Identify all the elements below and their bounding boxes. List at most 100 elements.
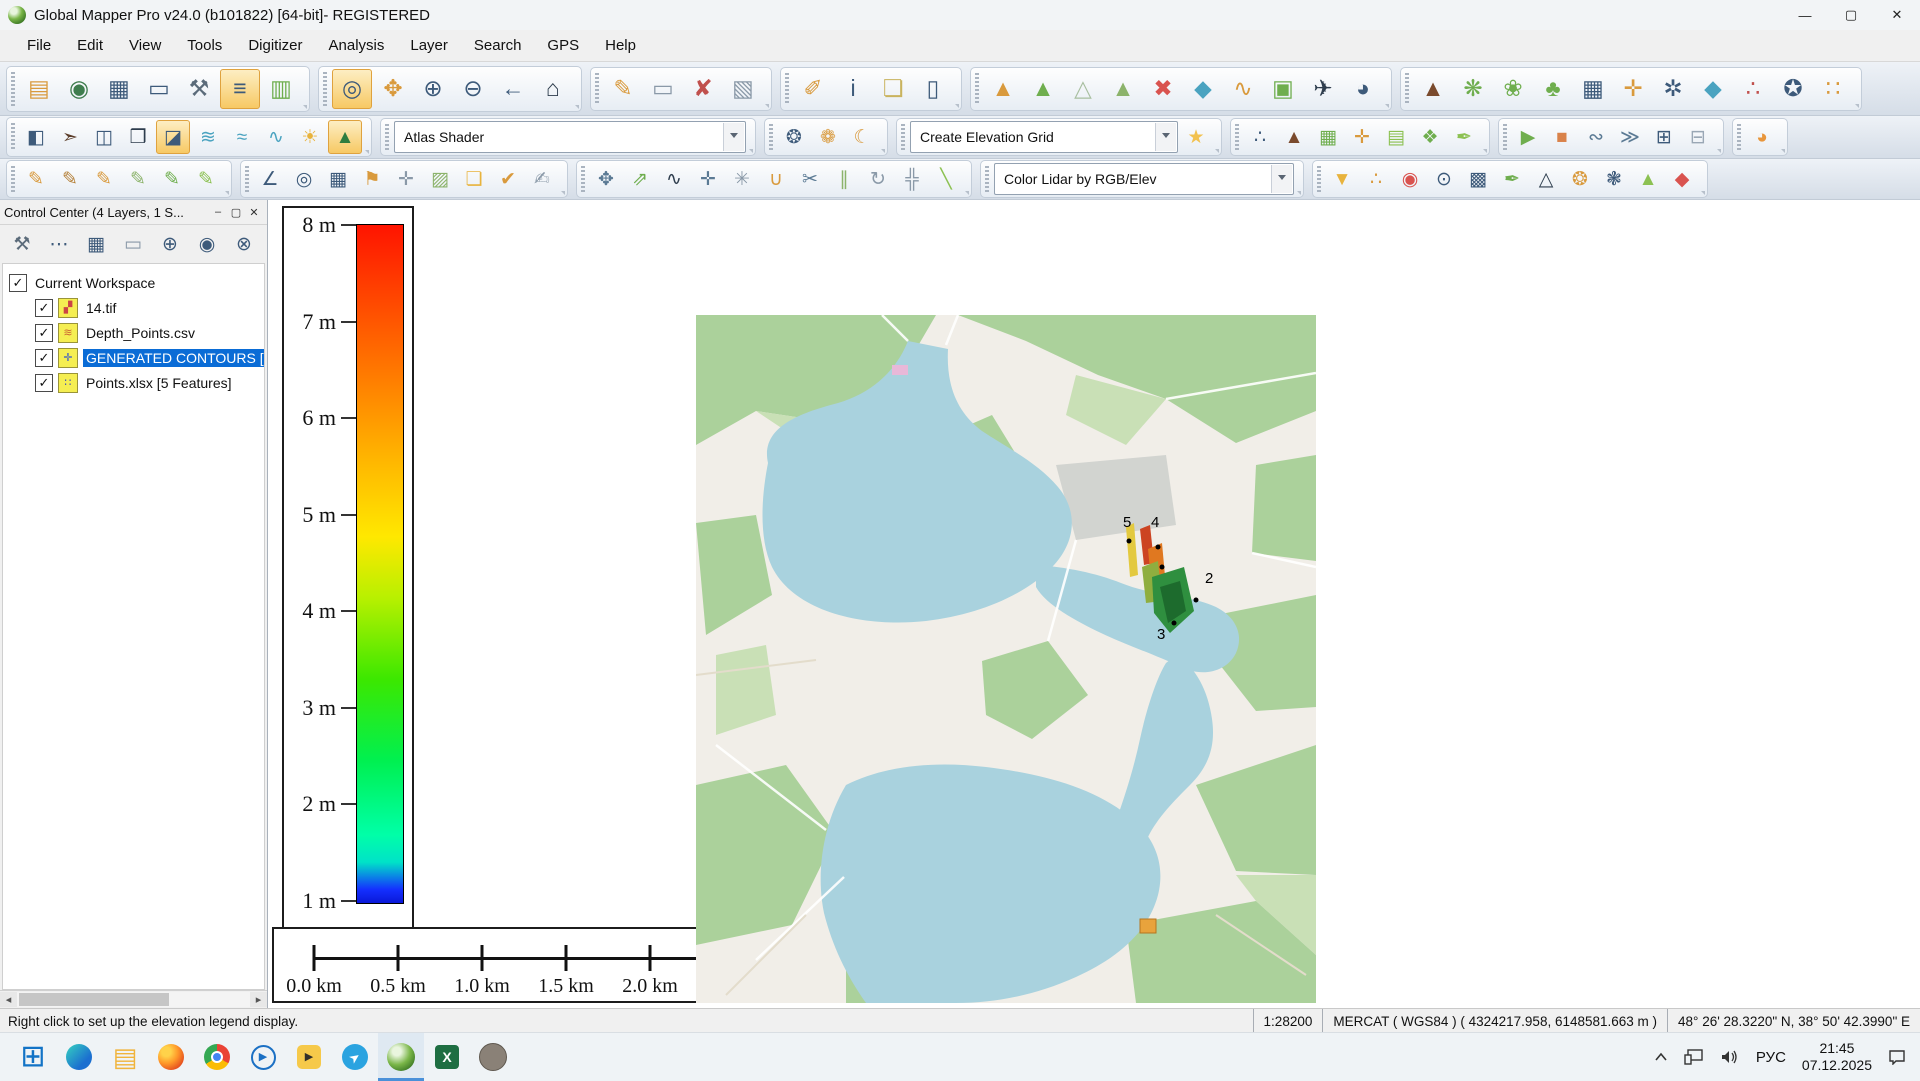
crop-feature-icon[interactable]: ╬ xyxy=(896,163,928,195)
toolbar-grip[interactable] xyxy=(323,72,327,106)
yellow-player-icon[interactable]: ▶ xyxy=(286,1033,332,1081)
select-rectangle-icon[interactable]: ▭ xyxy=(644,70,682,108)
control-center-header[interactable]: Control Center (4 Layers, 1 S... – ▢ ✕ xyxy=(0,200,267,225)
noise-points-icon[interactable]: ∴ xyxy=(1734,70,1772,108)
toolbar-grip[interactable] xyxy=(11,123,15,151)
menu-item[interactable]: View xyxy=(116,30,174,62)
split-view-icon[interactable]: ◧ xyxy=(20,121,52,153)
mobile-export-icon[interactable]: ▯ xyxy=(914,70,952,108)
zoom-in-icon[interactable]: ⊕ xyxy=(414,70,452,108)
powerline-icon[interactable]: ✲ xyxy=(1654,70,1692,108)
layer-label[interactable]: Depth_Points.csv xyxy=(83,324,198,342)
create-text-icon[interactable]: ∠ xyxy=(254,163,286,195)
move-all-icon[interactable]: ✛ xyxy=(692,163,724,195)
terrain-shader-icon[interactable]: ▲ xyxy=(984,70,1022,108)
zoom-previous-icon[interactable]: ← xyxy=(494,70,532,108)
layer-checkbox[interactable]: ✓ xyxy=(35,374,53,392)
map-view[interactable]: 5 4 2 3 xyxy=(696,315,1316,1003)
gear-terrain-icon[interactable]: ▲ xyxy=(1278,121,1310,153)
configuration-icon[interactable]: ⚒ xyxy=(180,70,218,108)
lidar-ground-icon[interactable]: ❂ xyxy=(1564,163,1596,195)
path-profile-icon[interactable]: ∿ xyxy=(1224,70,1262,108)
move-feature-icon[interactable]: ✥ xyxy=(590,163,622,195)
create-grid-icon[interactable]: ▦ xyxy=(322,163,354,195)
point-cloud-icon[interactable]: ∴ xyxy=(1360,163,1392,195)
add-frame-icon[interactable]: ⊞ xyxy=(1648,121,1680,153)
menu-item[interactable]: Layer xyxy=(397,30,461,62)
file-explorer-icon[interactable]: ▤ xyxy=(102,1033,148,1081)
menu-item[interactable]: Search xyxy=(461,30,535,62)
telegram-icon[interactable]: ➤ xyxy=(332,1033,378,1081)
web-globe-icon[interactable]: ❂ xyxy=(778,121,810,153)
layer-options-icon[interactable]: ⚒ xyxy=(8,230,36,258)
select-features-icon[interactable]: ▧ xyxy=(724,70,762,108)
lidar-extract-icon[interactable]: ✒ xyxy=(1496,163,1528,195)
apply-edit-icon[interactable]: ✔ xyxy=(492,163,524,195)
gimp-icon[interactable] xyxy=(470,1033,516,1081)
volume-icon[interactable] xyxy=(1720,1049,1740,1065)
digitizer-tool-icon[interactable]: ✎ xyxy=(604,70,642,108)
overview-map-icon[interactable]: ▥ xyxy=(262,70,300,108)
segmentation-icon[interactable]: ∷ xyxy=(1814,70,1852,108)
3d-view-icon[interactable]: ◕ xyxy=(1344,70,1382,108)
sun-terrain-icon[interactable]: ☀ xyxy=(294,121,326,153)
layer-label[interactable]: Points.xlsx [5 Features] xyxy=(83,374,235,392)
notification-icon[interactable] xyxy=(1888,1049,1906,1065)
transparency-icon[interactable]: ◪ xyxy=(156,120,190,154)
layer-more-options-icon[interactable]: ⋯ xyxy=(45,230,73,258)
toolbar-grip[interactable] xyxy=(1235,124,1239,150)
toolbar-grip[interactable] xyxy=(1503,124,1507,150)
layer-tree-item[interactable]: ✓ ≋ Depth_Points.csv xyxy=(35,320,264,345)
start-button[interactable]: ⊞ xyxy=(10,1033,56,1081)
layer-tree-item[interactable]: ✓ ✛ GENERATED CONTOURS [14 xyxy=(35,345,264,370)
toolbar-grip[interactable] xyxy=(901,124,905,150)
zoom-tool-icon[interactable]: ◎ xyxy=(332,69,372,109)
offset-copy-icon[interactable]: ∥ xyxy=(828,163,860,195)
fly-through-icon[interactable]: ✈ xyxy=(1304,70,1342,108)
layer-label[interactable]: Current Workspace xyxy=(32,274,158,292)
toolbar-grip[interactable] xyxy=(595,73,599,105)
open-online-data-icon[interactable]: ◉ xyxy=(60,70,98,108)
panel-minimize-icon[interactable]: – xyxy=(209,203,227,221)
toolbar-grip[interactable] xyxy=(11,166,15,192)
gear-city-icon[interactable]: ▦ xyxy=(1312,121,1344,153)
toolbar-grip[interactable] xyxy=(385,124,389,150)
daylight-gear-icon[interactable]: ❁ xyxy=(812,121,844,153)
water-rise-icon[interactable]: ∿ xyxy=(260,121,292,153)
toolbar-grip[interactable] xyxy=(769,124,773,150)
tray-chevron-up-icon[interactable] xyxy=(1654,1052,1668,1062)
mountain-icon[interactable]: ▲ xyxy=(1414,70,1452,108)
toolbar-grip[interactable] xyxy=(11,72,15,106)
shader-select[interactable]: Atlas Shader xyxy=(394,121,746,153)
toolbar-grip[interactable] xyxy=(1737,124,1741,150)
lidar-mode-select[interactable]: Color Lidar by RGB/Elev xyxy=(994,163,1294,195)
terrain-ridge-icon[interactable]: ▲ xyxy=(1104,70,1142,108)
lidar-layers-icon[interactable]: ◆ xyxy=(1666,163,1698,195)
create-curve-icon[interactable]: ✎ xyxy=(88,163,120,195)
join-lines-icon[interactable]: ∪ xyxy=(760,163,792,195)
tree-icon[interactable]: ♣ xyxy=(1534,70,1572,108)
layer-tree-item[interactable]: ✓ Current Workspace xyxy=(9,270,264,295)
building-icon[interactable]: ▦ xyxy=(1574,70,1612,108)
create-range-ring-icon[interactable]: ◎ xyxy=(288,163,320,195)
scroll-left-icon[interactable]: ◂ xyxy=(0,992,17,1007)
feature-info-icon[interactable]: i xyxy=(834,70,872,108)
attributes-table-icon[interactable]: ▦ xyxy=(82,230,110,258)
create-point-icon[interactable]: ✎ xyxy=(20,163,52,195)
menu-item[interactable]: Help xyxy=(592,30,649,62)
lidar-cluster-icon[interactable]: ❃ xyxy=(1598,163,1630,195)
menu-item[interactable]: GPS xyxy=(534,30,592,62)
menu-item[interactable]: Digitizer xyxy=(235,30,315,62)
menu-item[interactable]: Tools xyxy=(174,30,235,62)
lidar-grid-icon[interactable]: ▩ xyxy=(1462,163,1494,195)
toolbar-grip[interactable] xyxy=(1317,166,1321,192)
play-icon[interactable]: ▶ xyxy=(1512,121,1544,153)
edit-area-icon[interactable]: ▨ xyxy=(424,163,456,195)
layer-tree-item[interactable]: ✓ ∷ Points.xlsx [5 Features] xyxy=(35,370,264,395)
toolbar-grip[interactable] xyxy=(975,73,979,105)
lidar-pick-icon[interactable]: ⊙ xyxy=(1428,163,1460,195)
close-button[interactable]: ✕ xyxy=(1874,0,1920,30)
layer-checkbox[interactable]: ✓ xyxy=(35,299,53,317)
global-mapper-icon[interactable] xyxy=(378,1033,424,1081)
measure-tool-icon[interactable]: ✐ xyxy=(794,70,832,108)
